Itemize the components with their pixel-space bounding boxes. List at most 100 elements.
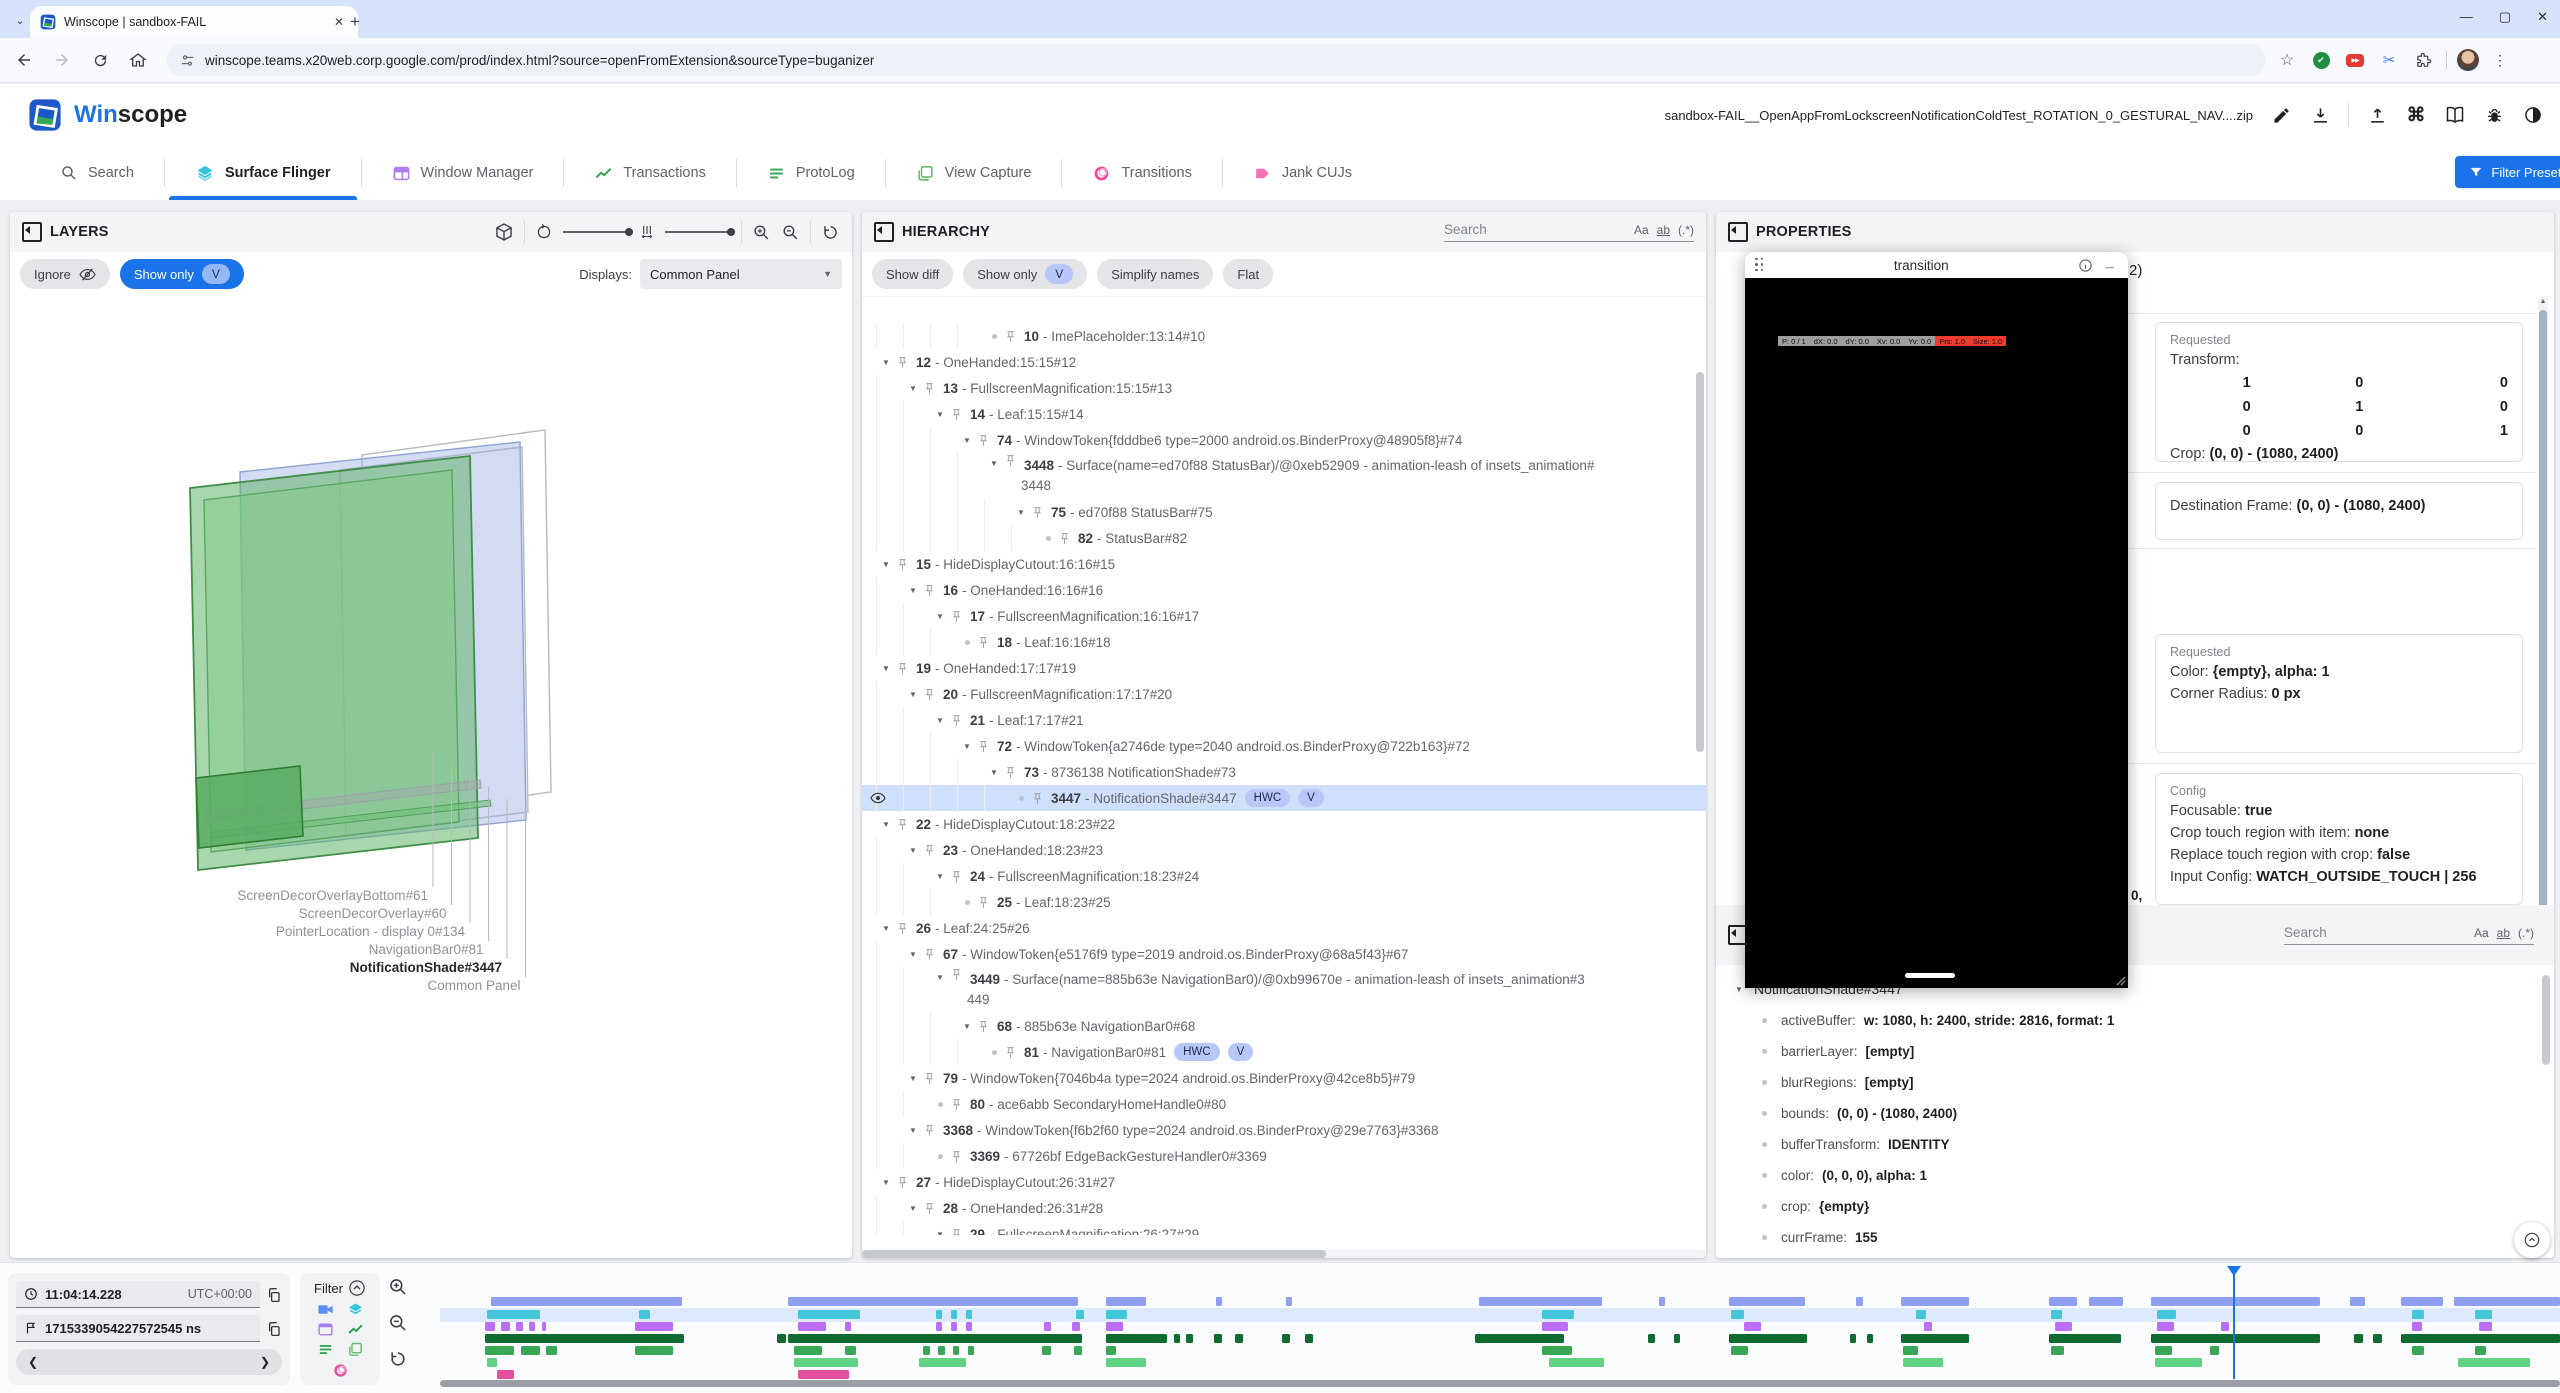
pin-icon[interactable] <box>923 948 940 961</box>
shortcuts-icon[interactable]: ⌘ <box>2405 104 2427 126</box>
layer-rect-navbar[interactable] <box>196 766 303 848</box>
bookmark-star-icon[interactable]: ☆ <box>2274 47 2300 73</box>
match-case-button[interactable]: Aa <box>1634 223 1649 237</box>
timeline-segment-window-manager[interactable] <box>2354 1334 2362 1343</box>
property-row[interactable]: blurRegions: [empty] <box>1716 1067 2554 1098</box>
timeline-segment-screen-recording[interactable] <box>1856 1297 1862 1306</box>
expand-arrow-icon[interactable]: ▼ <box>930 410 950 419</box>
timeline-segment-window-manager[interactable] <box>1106 1334 1167 1343</box>
expand-arrow-icon[interactable]: ▼ <box>903 1204 923 1213</box>
expand-arrow-icon[interactable]: ▼ <box>930 716 950 725</box>
expand-arrow-icon[interactable]: ▼ <box>876 924 896 933</box>
hierarchy-row[interactable]: ▼3449- Surface(name=885b63e NavigationBa… <box>862 967 1706 1013</box>
spacing-slider[interactable] <box>665 231 731 233</box>
expand-arrow-icon[interactable]: ▼ <box>957 436 977 445</box>
transition-viewer-titlebar[interactable]: transition _ <box>1745 252 2128 278</box>
layer-label[interactable]: ScreenDecorOverlay#60 <box>299 906 447 921</box>
hierarchy-row[interactable]: ▼16- OneHanded:16:16#16 <box>862 577 1706 603</box>
expand-arrow-icon[interactable]: ▼ <box>903 586 923 595</box>
timeline-segment-window-manager[interactable] <box>1850 1334 1856 1343</box>
collapse-panel-icon[interactable] <box>22 222 42 242</box>
drag-handle-icon[interactable] <box>1755 258 1765 273</box>
hierarchy-row[interactable]: ▼21- Leaf:17:17#21 <box>862 707 1706 733</box>
pin-icon[interactable] <box>977 1020 994 1033</box>
timeline-segment-transactions[interactable] <box>2412 1322 2423 1331</box>
tab-window-manager[interactable]: Window Manager <box>362 146 564 200</box>
transactions-icon[interactable] <box>347 1321 364 1338</box>
tab-transitions[interactable]: Transitions <box>1062 146 1221 200</box>
timeline-segment-screen-recording[interactable] <box>1901 1297 1969 1306</box>
collapse-panel-icon[interactable] <box>1728 222 1748 242</box>
pin-icon[interactable] <box>923 688 940 701</box>
timeline-segment-transactions[interactable] <box>2479 1322 2492 1331</box>
copy-time-button[interactable] <box>266 1287 282 1303</box>
expand-arrow-icon[interactable]: ▼ <box>1011 508 1031 517</box>
timeline-segment-transactions[interactable] <box>1072 1322 1080 1331</box>
maximize-icon[interactable]: ▢ <box>2499 9 2511 25</box>
pin-icon[interactable] <box>1004 1046 1021 1059</box>
timeline-segment-transactions[interactable] <box>529 1322 535 1331</box>
hierarchy-row[interactable]: 81- NavigationBar0#81HWCV <box>862 1039 1706 1065</box>
extension-check-icon[interactable]: ✔ <box>2308 47 2334 73</box>
timeline-segment-window-manager[interactable] <box>2373 1334 2381 1343</box>
tab-surface-flinger[interactable]: Surface Flinger <box>165 146 361 200</box>
hierarchy-row[interactable]: ▼24- FullscreenMagnification:18:23#24 <box>862 863 1706 889</box>
upload-icon[interactable] <box>2366 104 2388 126</box>
expand-arrow-icon[interactable]: ▼ <box>876 820 896 829</box>
timeline-segment-surface-flinger[interactable] <box>936 1310 942 1319</box>
hierarchy-row[interactable]: ▼3448- Surface(name=ed70f88 StatusBar)/@… <box>862 453 1706 499</box>
ns-time-field[interactable]: 1715339054227572545 ns <box>16 1315 260 1342</box>
site-settings-icon[interactable] <box>180 53 195 68</box>
timeline-segment-view-capture[interactable] <box>919 1358 966 1367</box>
zoom-in-icon[interactable] <box>752 223 771 242</box>
timeline-segment-protolog[interactable] <box>1042 1346 1050 1355</box>
show-only-chip[interactable]: Show onlyV <box>963 259 1087 289</box>
timeline-segment-view-capture[interactable] <box>487 1358 498 1367</box>
pin-icon[interactable] <box>923 1124 940 1137</box>
expand-arrow-icon[interactable]: ▼ <box>1732 985 1746 994</box>
properties-tree-scrollbar[interactable] <box>2542 975 2550 1065</box>
back-icon[interactable] <box>10 46 38 74</box>
download-icon[interactable] <box>2309 104 2331 126</box>
collapse-timeline-button[interactable] <box>2514 1222 2550 1258</box>
timeline-segment-window-manager[interactable] <box>1282 1334 1290 1343</box>
pin-icon[interactable] <box>923 382 940 395</box>
timeline-segment-protolog[interactable] <box>1542 1346 1572 1355</box>
extension-video-icon[interactable]: ▶▶ <box>2342 47 2368 73</box>
expand-arrow-icon[interactable]: ▼ <box>876 358 896 367</box>
zoom-out-icon[interactable] <box>781 223 800 242</box>
show-only-chip[interactable]: Show only V <box>120 259 244 289</box>
timeline-segment-screen-recording[interactable] <box>2151 1297 2321 1306</box>
expand-arrow-icon[interactable]: ▼ <box>876 664 896 673</box>
timeline-segment-transactions[interactable] <box>798 1322 826 1331</box>
layer-label[interactable]: PointerLocation - display 0#134 <box>276 924 466 939</box>
timeline-segment-window-manager[interactable] <box>1674 1334 1680 1343</box>
property-row[interactable]: crop: {empty} <box>1716 1191 2554 1222</box>
expand-arrow-icon[interactable]: ▼ <box>903 846 923 855</box>
info-icon[interactable] <box>2078 258 2093 273</box>
timeline-segment-protolog[interactable] <box>923 1346 929 1355</box>
timeline-segment-view-capture[interactable] <box>2458 1358 2530 1367</box>
timeline-segment-transactions[interactable] <box>1744 1322 1761 1331</box>
reload-icon[interactable] <box>86 46 114 74</box>
human-time-field[interactable]: 11:04:14.228 UTC+00:00 <box>16 1281 260 1308</box>
tab-transactions[interactable]: Transactions <box>564 146 735 200</box>
timeline-segment-screen-recording[interactable] <box>1216 1297 1222 1306</box>
timeline-segment-transactions[interactable] <box>1542 1322 1567 1331</box>
expand-arrow-icon[interactable]: ▼ <box>930 872 950 881</box>
hierarchy-row[interactable]: ▼13- FullscreenMagnification:15:15#13 <box>862 375 1706 401</box>
pin-icon[interactable] <box>1058 532 1075 545</box>
pin-icon[interactable] <box>950 870 967 883</box>
report-bug-icon[interactable] <box>2483 104 2505 126</box>
pin-icon[interactable] <box>923 1072 940 1085</box>
timeline-cursor-handle[interactable] <box>2227 1266 2241 1276</box>
timeline-segment-screen-recording[interactable] <box>1729 1297 1805 1306</box>
hierarchy-row[interactable]: ▼19- OneHanded:17:17#19 <box>862 655 1706 681</box>
layer-label[interactable]: ScreenDecorOverlayBottom#61 <box>237 888 428 903</box>
timeline-segment-protolog[interactable] <box>485 1346 515 1355</box>
timeline-segment-window-manager[interactable] <box>1305 1334 1313 1343</box>
hierarchy-row[interactable]: ▼15- HideDisplayCutout:16:16#15 <box>862 551 1706 577</box>
timeline-segment-window-manager[interactable] <box>1901 1334 1969 1343</box>
tab-protolog[interactable]: ProtoLog <box>737 146 885 200</box>
pin-icon[interactable] <box>1004 330 1021 343</box>
